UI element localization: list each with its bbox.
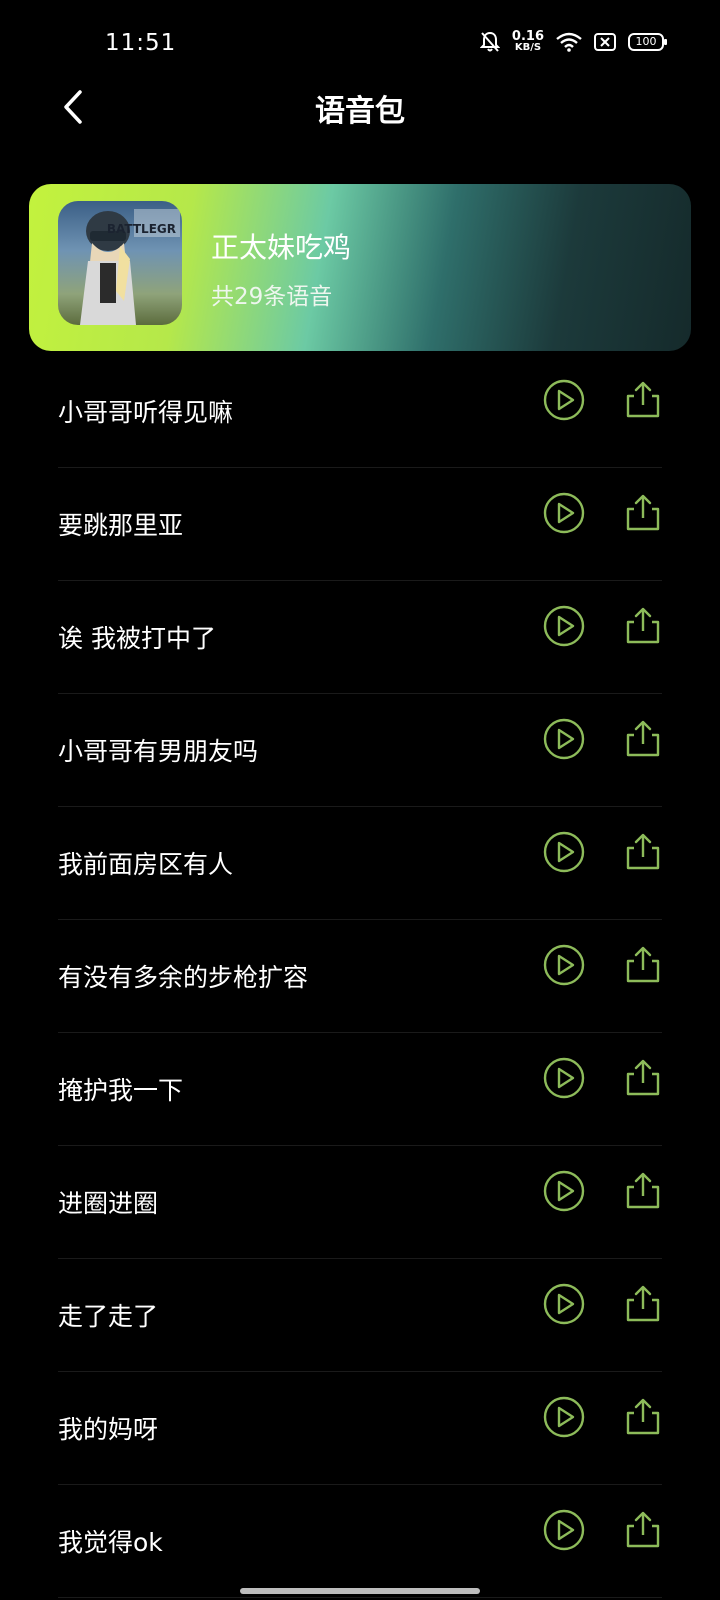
net-speed: 0.16 KB/S: [512, 30, 544, 53]
share-icon: [626, 1511, 660, 1548]
play-button[interactable]: [542, 717, 586, 761]
row-divider: [58, 1597, 662, 1598]
net-speed-unit: KB/S: [514, 42, 542, 53]
play-icon: [543, 379, 585, 421]
page-title: 语音包: [315, 94, 405, 129]
voice-label: 小哥哥有男朋友吗: [58, 737, 259, 766]
voice-label: 我的妈呀: [58, 1415, 159, 1444]
share-button[interactable]: [621, 1056, 665, 1100]
wifi-icon: [556, 32, 582, 52]
voice-list-item[interactable]: 我的妈呀: [0, 1372, 720, 1485]
play-icon: [543, 718, 585, 760]
play-icon: [543, 944, 585, 986]
share-button[interactable]: [621, 717, 665, 761]
share-icon: [626, 833, 660, 870]
pack-cover-image: BATTLEGR: [58, 201, 182, 325]
share-icon: [626, 1059, 660, 1096]
share-button[interactable]: [621, 830, 665, 874]
play-button[interactable]: [542, 943, 586, 987]
share-icon: [626, 494, 660, 531]
bell-off-icon: [479, 31, 500, 52]
voice-list: 小哥哥听得见嘛 要跳那里亚 诶 我被打中了 小哥哥有男朋友吗 我前面房区有人 有…: [0, 355, 720, 1598]
share-icon: [626, 720, 660, 757]
play-icon: [543, 1170, 585, 1212]
header: 语音包: [0, 78, 720, 134]
play-button[interactable]: [542, 1169, 586, 1213]
play-icon: [543, 1509, 585, 1551]
play-button[interactable]: [542, 1395, 586, 1439]
voice-list-item[interactable]: 小哥哥有男朋友吗: [0, 694, 720, 807]
play-icon: [543, 492, 585, 534]
pack-count: 共29条语音: [211, 284, 333, 310]
share-button[interactable]: [621, 1169, 665, 1213]
share-icon: [626, 381, 660, 418]
voice-list-item[interactable]: 进圈进圈: [0, 1146, 720, 1259]
voice-list-item[interactable]: 有没有多余的步枪扩容: [0, 920, 720, 1033]
voice-label: 小哥哥听得见嘛: [58, 398, 234, 427]
share-button[interactable]: [621, 1508, 665, 1552]
share-button[interactable]: [621, 491, 665, 535]
share-icon: [626, 607, 660, 644]
share-button[interactable]: [621, 1395, 665, 1439]
play-icon: [543, 1057, 585, 1099]
voice-pack-card: BATTLEGR 正太妹吃鸡 共29条语音: [29, 184, 691, 351]
share-button[interactable]: [621, 378, 665, 422]
voice-label: 我觉得ok: [58, 1528, 163, 1557]
voice-label: 走了走了: [58, 1302, 159, 1331]
play-button[interactable]: [542, 1282, 586, 1326]
home-indicator[interactable]: [240, 1588, 480, 1594]
play-button[interactable]: [542, 1508, 586, 1552]
share-button[interactable]: [621, 604, 665, 648]
battery-icon: 100: [628, 32, 667, 51]
play-icon: [543, 831, 585, 873]
voice-label: 我前面房区有人: [58, 850, 234, 879]
voice-list-item[interactable]: 诶 我被打中了: [0, 581, 720, 694]
voice-list-item[interactable]: 小哥哥听得见嘛: [0, 355, 720, 468]
voice-list-item[interactable]: 我觉得ok: [0, 1485, 720, 1598]
status-icons: 0.16 KB/S 100: [479, 30, 667, 53]
share-button[interactable]: [621, 1282, 665, 1326]
voice-label: 诶 我被打中了: [58, 624, 216, 653]
share-button[interactable]: [621, 943, 665, 987]
voice-list-item[interactable]: 我前面房区有人: [0, 807, 720, 920]
pack-name: 正太妹吃鸡: [211, 231, 352, 264]
voice-label: 要跳那里亚: [58, 511, 184, 540]
cover-text: BATTLEGR: [107, 222, 176, 236]
status-bar: 11:51 0.16 KB/S 100: [0, 0, 720, 90]
sim-off-icon: [594, 32, 616, 51]
status-time: 11:51: [105, 30, 177, 56]
play-icon: [543, 1396, 585, 1438]
voice-label: 进圈进圈: [58, 1189, 159, 1218]
share-icon: [626, 1285, 660, 1322]
play-button[interactable]: [542, 830, 586, 874]
voice-list-item[interactable]: 走了走了: [0, 1259, 720, 1372]
share-icon: [626, 946, 660, 983]
voice-list-item[interactable]: 要跳那里亚: [0, 468, 720, 581]
play-icon: [543, 1283, 585, 1325]
play-icon: [543, 605, 585, 647]
play-button[interactable]: [542, 1056, 586, 1100]
voice-label: 有没有多余的步枪扩容: [58, 963, 309, 992]
play-button[interactable]: [542, 378, 586, 422]
share-icon: [626, 1398, 660, 1435]
voice-label: 掩护我一下: [58, 1076, 184, 1105]
play-button[interactable]: [542, 604, 586, 648]
play-button[interactable]: [542, 491, 586, 535]
voice-list-item[interactable]: 掩护我一下: [0, 1033, 720, 1146]
share-icon: [626, 1172, 660, 1209]
